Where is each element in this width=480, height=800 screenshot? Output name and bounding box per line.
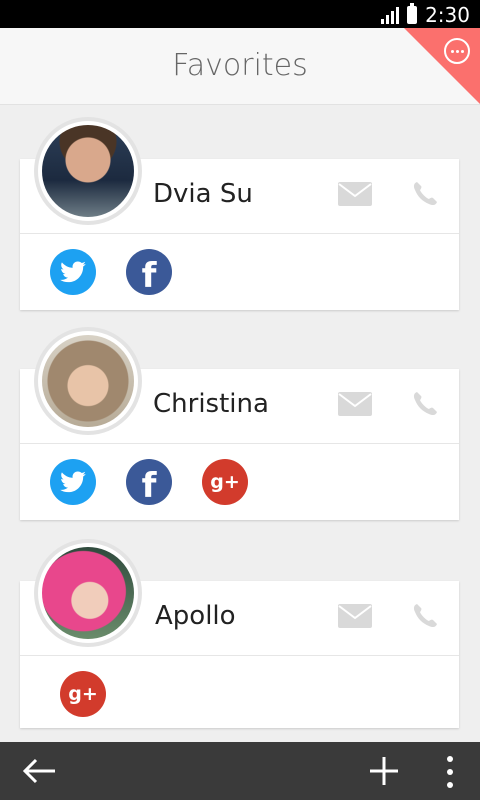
mail-icon[interactable] <box>338 392 372 416</box>
mail-icon[interactable] <box>338 604 372 628</box>
corner-accent <box>404 28 480 104</box>
phone-icon[interactable] <box>411 602 439 630</box>
contact-card: Apollo g+ <box>20 543 459 728</box>
back-arrow-icon[interactable] <box>22 757 58 785</box>
avatar[interactable] <box>38 121 138 221</box>
phone-icon[interactable] <box>411 390 439 418</box>
signal-icon <box>381 6 400 24</box>
google-plus-icon[interactable]: g+ <box>202 459 248 505</box>
battery-icon <box>407 3 418 24</box>
contact-card: Dvia Su f <box>20 121 459 310</box>
twitter-icon[interactable] <box>50 459 96 505</box>
status-time: 2:30 <box>425 3 470 27</box>
contact-name[interactable]: Apollo <box>155 601 236 631</box>
contact-card: Christina f g+ <box>20 331 459 520</box>
bottom-action-bar <box>0 742 480 800</box>
google-plus-icon[interactable]: g+ <box>60 671 106 717</box>
more-options-button[interactable] <box>444 38 470 64</box>
status-bar: 2:30 <box>0 0 480 28</box>
contact-name[interactable]: Christina <box>153 389 269 419</box>
facebook-icon[interactable]: f <box>126 459 172 506</box>
app-header: Favorites <box>0 28 480 105</box>
avatar[interactable] <box>38 331 138 431</box>
overflow-menu-icon[interactable] <box>440 756 460 788</box>
add-icon[interactable] <box>368 755 400 787</box>
mail-icon[interactable] <box>338 182 372 206</box>
avatar[interactable] <box>38 543 138 643</box>
twitter-icon[interactable] <box>50 249 96 295</box>
contact-name[interactable]: Dvia Su <box>153 179 253 209</box>
phone-icon[interactable] <box>411 180 439 208</box>
facebook-icon[interactable]: f <box>126 249 172 296</box>
